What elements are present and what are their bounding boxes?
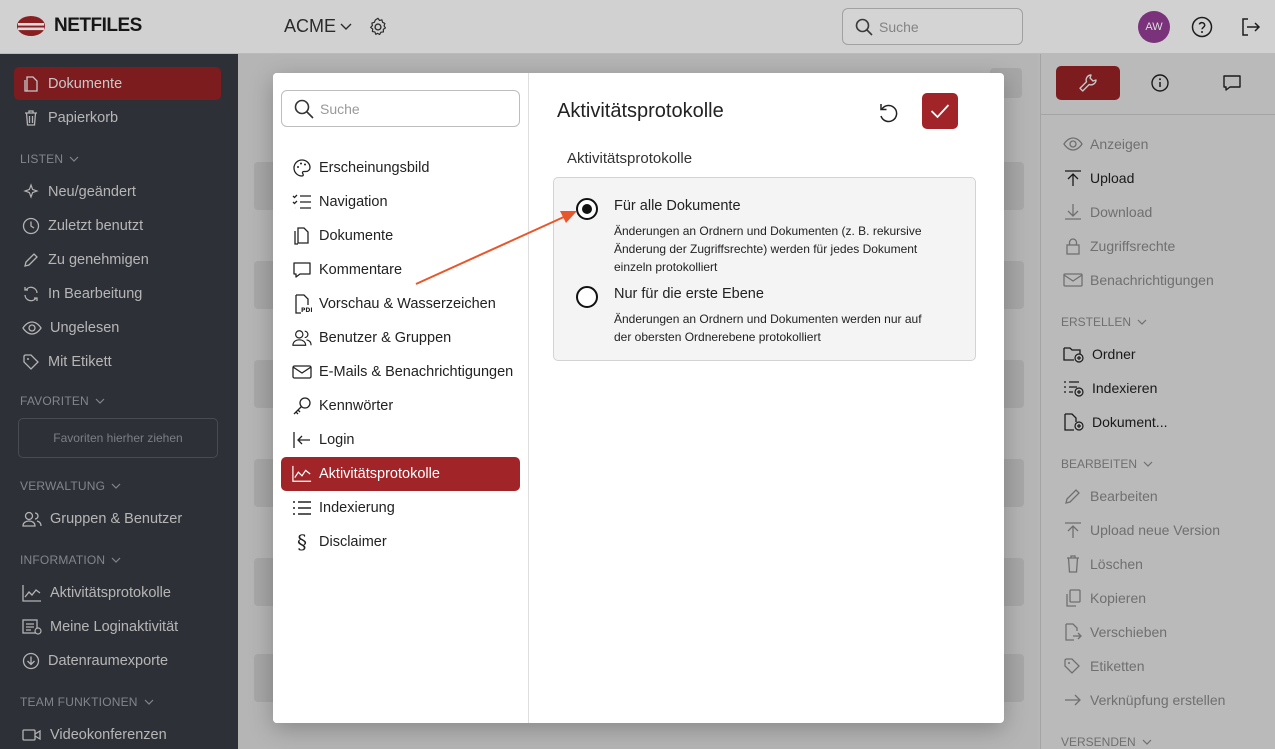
document-icon (294, 227, 309, 245)
paragraph-icon: § (297, 531, 307, 553)
settings-nav-emails[interactable]: E-Mails & Benachrichtigungen (281, 355, 520, 389)
settings-nav-label: Erscheinungsbild (319, 160, 430, 176)
settings-nav-indexierung[interactable]: Indexierung (281, 491, 520, 525)
settings-nav-label: Disclaimer (319, 534, 387, 550)
settings-search-input[interactable]: Suche (281, 90, 520, 127)
chart-icon (292, 465, 312, 482)
settings-nav: Suche Erscheinungsbild Navigation Dokume… (273, 73, 529, 723)
settings-nav-label: Indexierung (319, 500, 395, 516)
list-icon (293, 501, 311, 515)
modal-backdrop-top (0, 0, 1275, 54)
option-description: Änderungen an Ordnern und Dokumenten wer… (614, 312, 922, 344)
settings-nav-label: Kommentare (319, 262, 403, 278)
pdf-icon: PDF (295, 294, 312, 314)
mail-icon (292, 365, 312, 379)
radio-nur-erste-ebene[interactable] (576, 286, 598, 308)
search-icon (294, 99, 314, 119)
settings-nav-navigation[interactable]: Navigation (281, 185, 520, 219)
dialog-title: Aktivitätsprotokolle (557, 100, 724, 122)
option-description: Änderungen an Ordnern und Dokumenten (z.… (614, 224, 922, 274)
settings-nav-label: Aktivitätsprotokolle (319, 466, 440, 482)
settings-nav-label: Benutzer & Gruppen (319, 330, 452, 346)
svg-text:PDF: PDF (301, 307, 312, 314)
settings-nav-disclaimer[interactable]: § Disclaimer (281, 525, 520, 559)
settings-nav-label: Kennwörter (319, 398, 394, 414)
settings-nav-label: E-Mails & Benachrichtigungen (319, 364, 514, 380)
login-icon (293, 432, 310, 448)
svg-text:§: § (297, 531, 307, 553)
save-button[interactable] (922, 93, 958, 129)
settings-nav-benutzer-gruppen[interactable]: Benutzer & Gruppen (281, 321, 520, 355)
settings-nav-label: Dokumente (319, 228, 394, 244)
checklist-icon (292, 194, 311, 209)
settings-search-placeholder: Suche (320, 100, 360, 117)
settings-nav-login[interactable]: Login (281, 423, 520, 457)
settings-nav-kommentare[interactable]: Kommentare (281, 253, 520, 287)
settings-nav-label: Vorschau & Wasserzeichen (319, 296, 496, 312)
option-label: Nur für die erste Ebene (614, 286, 764, 302)
settings-nav-kennwoerter[interactable]: Kennwörter (281, 389, 520, 423)
check-icon (930, 104, 950, 119)
settings-nav-label: Navigation (319, 194, 388, 210)
palette-icon (293, 159, 311, 177)
section-title: Aktivitätsprotokolle (567, 150, 693, 167)
settings-nav-label: Login (319, 432, 355, 448)
comment-icon (293, 262, 311, 278)
users-icon (292, 330, 312, 346)
settings-nav-erscheinungsbild[interactable]: Erscheinungsbild (281, 151, 520, 185)
settings-nav-dokumente[interactable]: Dokumente (281, 219, 520, 253)
undo-icon (880, 104, 898, 123)
radio-fuer-alle-dokumente[interactable] (576, 198, 598, 220)
settings-nav-vorschau-wasserzeichen[interactable]: PDF Vorschau & Wasserzeichen (281, 287, 520, 321)
option-label: Für alle Dokumente (614, 198, 741, 214)
reset-button[interactable] (875, 100, 901, 126)
settings-dialog: Suche Erscheinungsbild Navigation Dokume… (273, 73, 1004, 723)
settings-nav-aktivitaetsprotokolle[interactable]: Aktivitätsprotokolle (281, 457, 520, 491)
key-icon (293, 397, 311, 415)
logging-options-group: Für alle Dokumente Änderungen an Ordnern… (553, 177, 976, 361)
